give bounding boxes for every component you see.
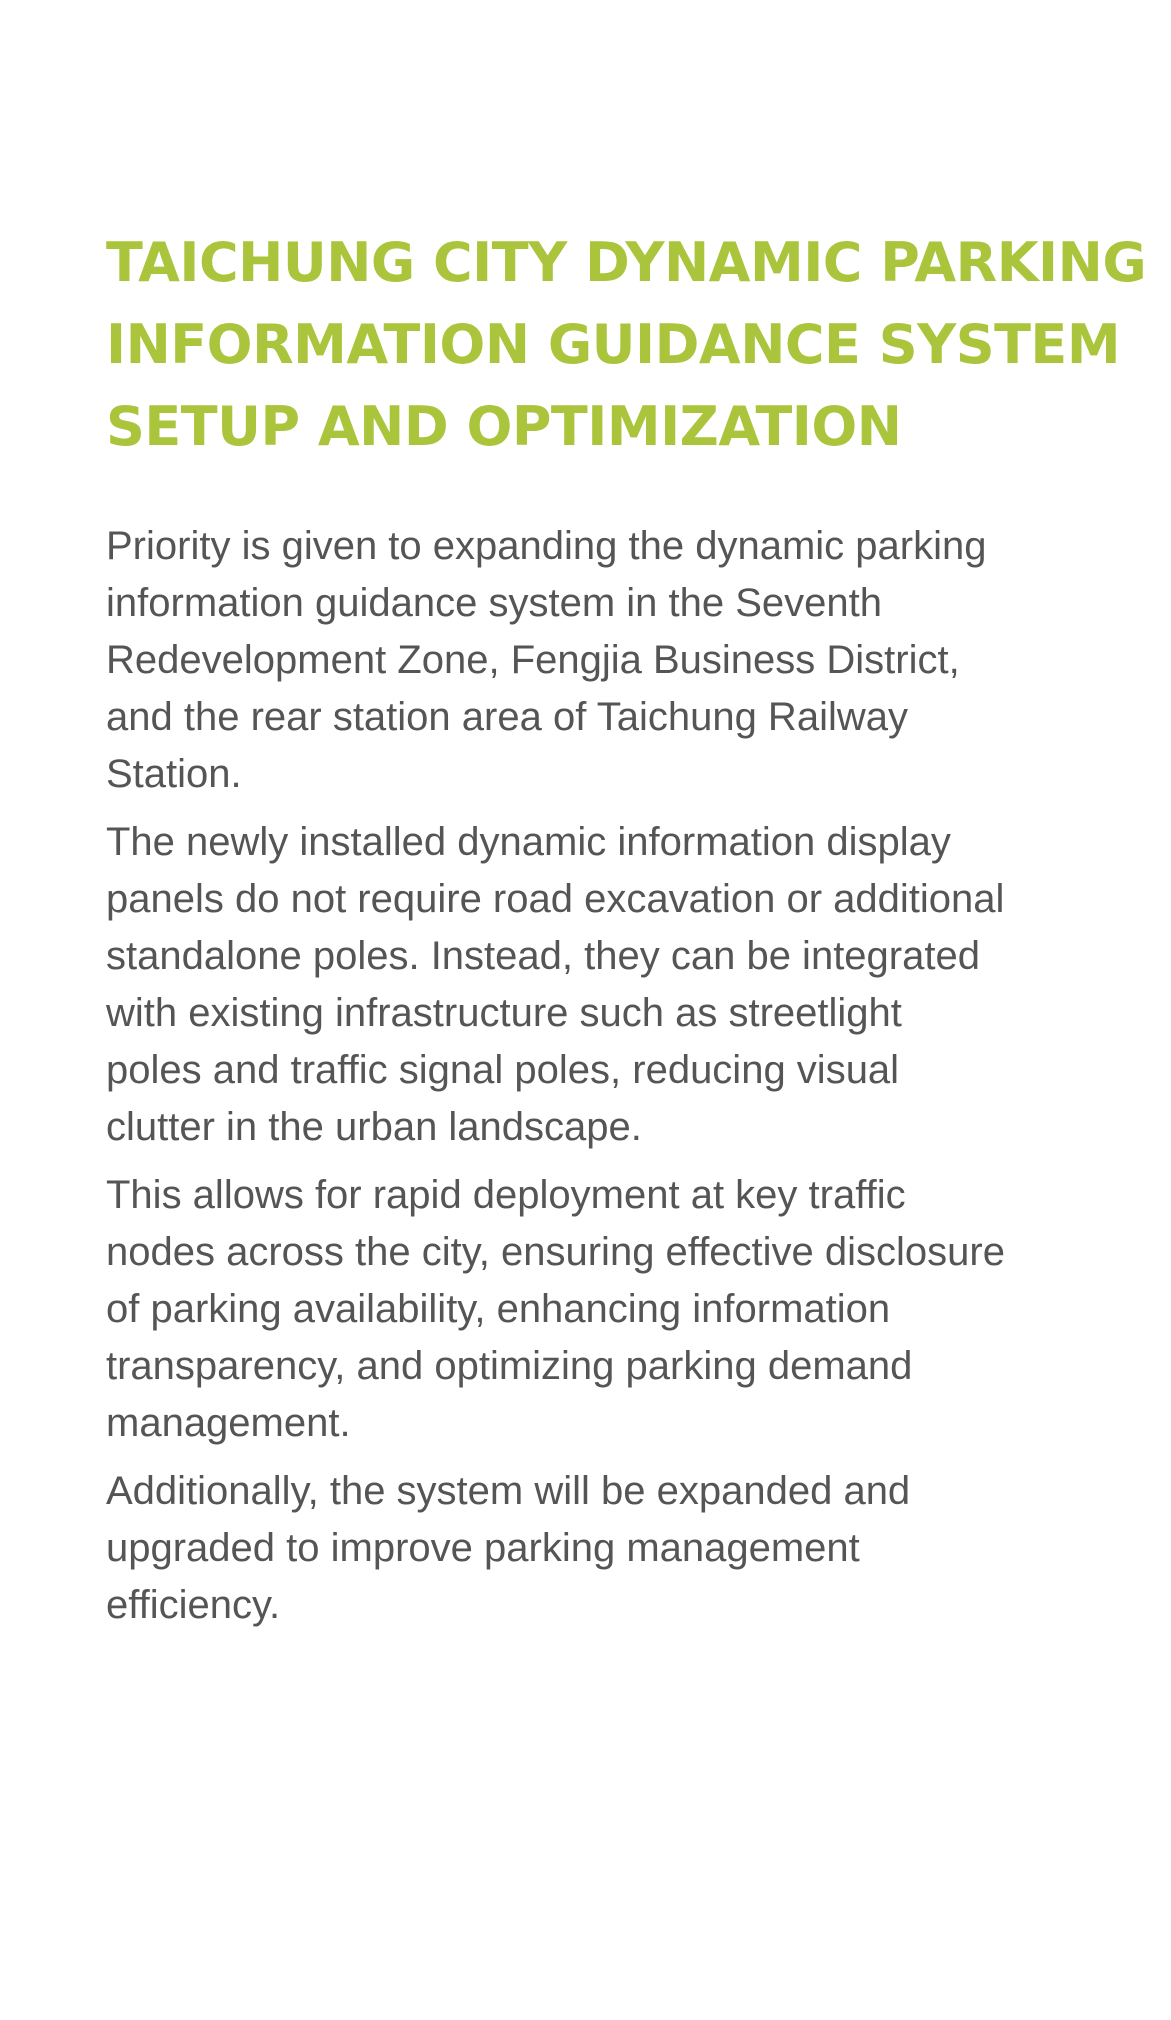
text-line: standalone poles. Instead, they can be i…	[106, 934, 980, 978]
text-line: Station.	[106, 752, 242, 796]
paragraph-priority: Priority is given to expanding the dynam…	[106, 518, 1116, 803]
text-line: and the rear station area of Taichung Ra…	[106, 695, 908, 739]
text-line: efficiency.	[106, 1583, 281, 1627]
title-line: TAICHUNG CITY DYNAMIC PARKING	[106, 231, 1147, 294]
text-line: The newly installed dynamic information …	[106, 820, 951, 864]
text-line: with existing infrastructure such as str…	[106, 991, 902, 1035]
article: TAICHUNG CITY DYNAMIC PARKING INFORMATIO…	[106, 222, 1147, 1645]
text-line: Additionally, the system will be expande…	[106, 1469, 911, 1513]
text-line: management.	[106, 1401, 351, 1445]
text-line: This allows for rapid deployment at key …	[106, 1173, 906, 1217]
text-line: nodes across the city, ensuring effectiv…	[106, 1230, 1005, 1274]
text-line: transparency, and optimizing parking dem…	[106, 1344, 913, 1388]
article-body: Priority is given to expanding the dynam…	[106, 518, 1116, 1634]
text-line: upgraded to improve parking management	[106, 1526, 860, 1570]
paragraph-expansion: Additionally, the system will be expande…	[106, 1463, 1116, 1634]
paragraph-rapid-deployment: This allows for rapid deployment at key …	[106, 1167, 1116, 1452]
title-line: INFORMATION GUIDANCE SYSTEM	[106, 313, 1121, 376]
text-line: panels do not require road excavation or…	[106, 877, 1005, 921]
text-line: of parking availability, enhancing infor…	[106, 1287, 891, 1331]
title-line: SETUP AND OPTIMIZATION	[106, 395, 902, 458]
text-line: Redevelopment Zone, Fengjia Business Dis…	[106, 638, 960, 682]
text-line: poles and traffic signal poles, reducing…	[106, 1048, 900, 1092]
text-line: information guidance system in the Seven…	[106, 581, 882, 625]
page-title: TAICHUNG CITY DYNAMIC PARKING INFORMATIO…	[106, 222, 1147, 468]
text-line: Priority is given to expanding the dynam…	[106, 524, 987, 568]
paragraph-display-panels: The newly installed dynamic information …	[106, 814, 1116, 1156]
text-line: clutter in the urban landscape.	[106, 1105, 642, 1149]
